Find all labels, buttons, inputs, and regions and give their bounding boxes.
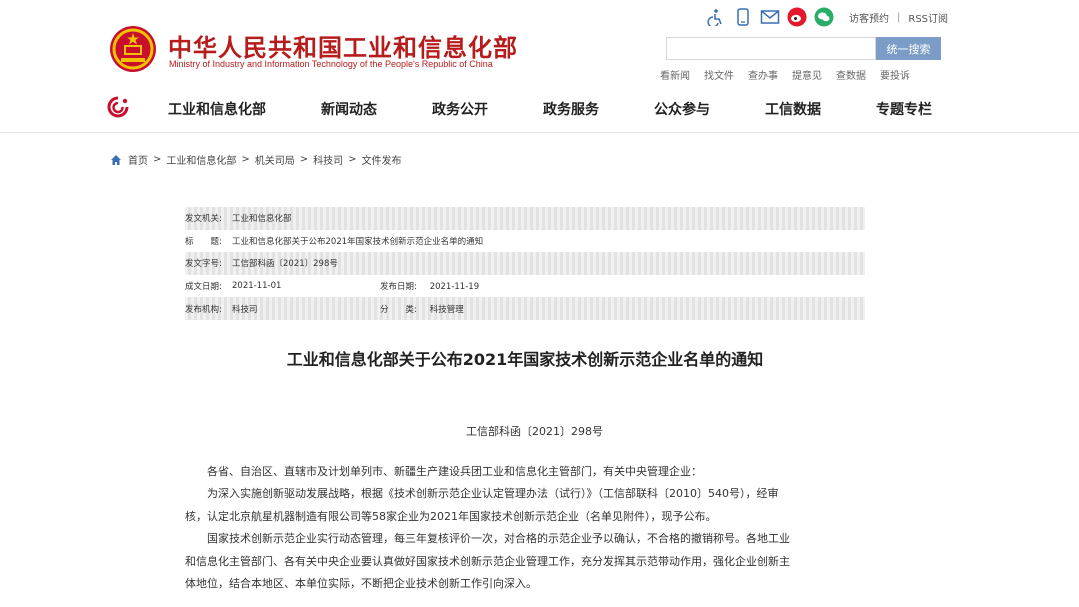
article-line: 为深入实施创新驱动发展战略，根据《技术创新示范企业认定管理办法（试行）》（工信部… — [185, 487, 779, 501]
nav-item-topics[interactable]: 专题专栏 — [876, 99, 932, 119]
quick-links: 看新闻 找文件 查办事 提意见 查数据 要投诉 — [660, 67, 924, 82]
article-line: 国家技术创新示范企业实行动态管理，每三年复核评价一次，对合格的示范企业予以确认，… — [185, 532, 790, 546]
breadcrumb-separator: > — [299, 154, 309, 165]
meta-value-issuer: 工业和信息化部 — [232, 214, 292, 225]
meta-value-created: 2021-11-01 — [232, 281, 282, 292]
article-doc-number: 工信部科函〔2021〕298号 — [466, 425, 603, 438]
breadcrumb-home[interactable]: 首页 — [128, 152, 148, 167]
article-line: 体地位，结合本地区、本单位实际，不断把企业技术创新工作引向深入。 — [185, 577, 537, 591]
national-emblem-icon — [110, 26, 156, 72]
top-links: 访客预约 | RSS订阅 — [849, 10, 948, 25]
meta-label: 发文字号: — [185, 259, 222, 270]
breadcrumb: 首页 > 工业和信息化部 > 机关司局 > 科技司 > 文件发布 — [110, 152, 402, 167]
meta-row-doc-no: 发文字号: 工信部科函〔2021〕298号 — [185, 252, 865, 275]
top-icon-bar — [706, 7, 841, 27]
search-button[interactable]: 统一搜索 — [876, 37, 941, 60]
meta-published: 发布日期: 2021-11-19 — [380, 280, 479, 292]
meta-value-agency: 科技司 — [232, 304, 258, 315]
weibo-icon[interactable] — [787, 7, 807, 27]
meta-label: 标 题: — [185, 236, 222, 247]
nav-item-miit[interactable]: 工业和信息化部 — [168, 99, 266, 119]
meta-value-published: 2021-11-19 — [429, 282, 480, 293]
nav-item-news[interactable]: 新闻动态 — [321, 99, 377, 119]
article-line: 和信息化主管部门、各有关中央企业要认真做好国家技术创新示范企业管理工作，充分发挥… — [185, 554, 790, 568]
article-title: 工业和信息化部关于公布2021年国家技术创新示范企业名单的通知 — [286, 350, 764, 369]
meta-row-issuer: 发文机关: 工业和信息化部 — [185, 207, 865, 230]
article-body: 各省、自治区、直辖市及计划单列市、新疆生产建设兵团工业和信息化主管部门，有关中央… — [185, 461, 857, 595]
nav-item-services[interactable]: 政务服务 — [543, 99, 599, 119]
site-header: 中华人民共和国工业和信息化部 Ministry of Industry and … — [0, 0, 1079, 133]
meta-label: 成文日期: — [185, 282, 222, 293]
breadcrumb-separator: > — [348, 154, 357, 165]
site-name-english: Ministry of Industry and Information Tec… — [169, 59, 493, 69]
breadcrumb-departments[interactable]: 机关司局 — [255, 152, 295, 167]
breadcrumb-miit[interactable]: 工业和信息化部 — [166, 152, 236, 167]
separator: | — [897, 12, 901, 23]
quick-link-complaint[interactable]: 要投诉 — [880, 67, 910, 82]
nav-item-disclosure[interactable]: 政务公开 — [432, 99, 488, 119]
site-name[interactable]: 中华人民共和国工业和信息化部 — [168, 28, 518, 63]
wechat-icon[interactable] — [814, 7, 834, 27]
meta-label: 分 类: — [380, 304, 417, 315]
meta-label: 发布日期: — [380, 282, 417, 293]
meta-label: 发文机关: — [185, 214, 222, 225]
accessibility-icon[interactable] — [706, 7, 726, 27]
meta-row-agency: 发布机构: 科技司 分 类: 科技管理 — [185, 297, 865, 320]
breadcrumb-file-release[interactable]: 文件发布 — [362, 152, 402, 167]
quick-link-news[interactable]: 看新闻 — [660, 67, 690, 82]
meta-label: 发布机构: — [185, 304, 222, 315]
home-icon[interactable] — [110, 154, 122, 166]
quick-link-services[interactable]: 查办事 — [748, 67, 778, 82]
meta-value-category: 科技管理 — [429, 304, 464, 315]
quick-link-files[interactable]: 找文件 — [704, 67, 734, 82]
mail-icon[interactable] — [760, 7, 780, 27]
meta-category: 分 类: 科技管理 — [380, 303, 464, 315]
document-meta-table: 发文机关: 工业和信息化部 标 题: 工业和信息化部关于公布2021年国家技术创… — [185, 207, 865, 320]
quick-link-feedback[interactable]: 提意见 — [792, 67, 822, 82]
miit-logo-icon[interactable] — [106, 96, 130, 118]
rss-link[interactable]: RSS订阅 — [908, 10, 948, 25]
meta-row-dates: 成文日期: 2021-11-01 发布日期: 2021-11-19 — [185, 275, 865, 298]
quick-link-data[interactable]: 查数据 — [836, 67, 866, 82]
main-nav: 工业和信息化部 新闻动态 政务公开 政务服务 公众参与 工信数据 专题专栏 — [168, 99, 932, 119]
meta-value-doc-no: 工信部科函〔2021〕298号 — [232, 259, 338, 270]
meta-value-title: 工业和信息化部关于公布2021年国家技术创新示范企业名单的通知 — [232, 236, 484, 247]
article-line: 核，认定北京航星机器制造有限公司等58家企业为2021年国家技术创新示范企业（名… — [185, 509, 717, 523]
search-input[interactable] — [666, 37, 876, 60]
breadcrumb-separator: > — [153, 154, 162, 165]
article-line: 各省、自治区、直辖市及计划单列市、新疆生产建设兵团工业和信息化主管部门，有关中央… — [185, 465, 702, 478]
nav-item-data[interactable]: 工信数据 — [765, 99, 821, 119]
nav-item-participation[interactable]: 公众参与 — [654, 99, 710, 119]
visitor-appointment-link[interactable]: 访客预约 — [849, 10, 889, 25]
breadcrumb-separator: > — [241, 154, 250, 165]
meta-row-title: 标 题: 工业和信息化部关于公布2021年国家技术创新示范企业名单的通知 — [185, 230, 865, 253]
mobile-icon[interactable] — [733, 7, 753, 27]
breadcrumb-tech-dept[interactable]: 科技司 — [313, 152, 343, 167]
